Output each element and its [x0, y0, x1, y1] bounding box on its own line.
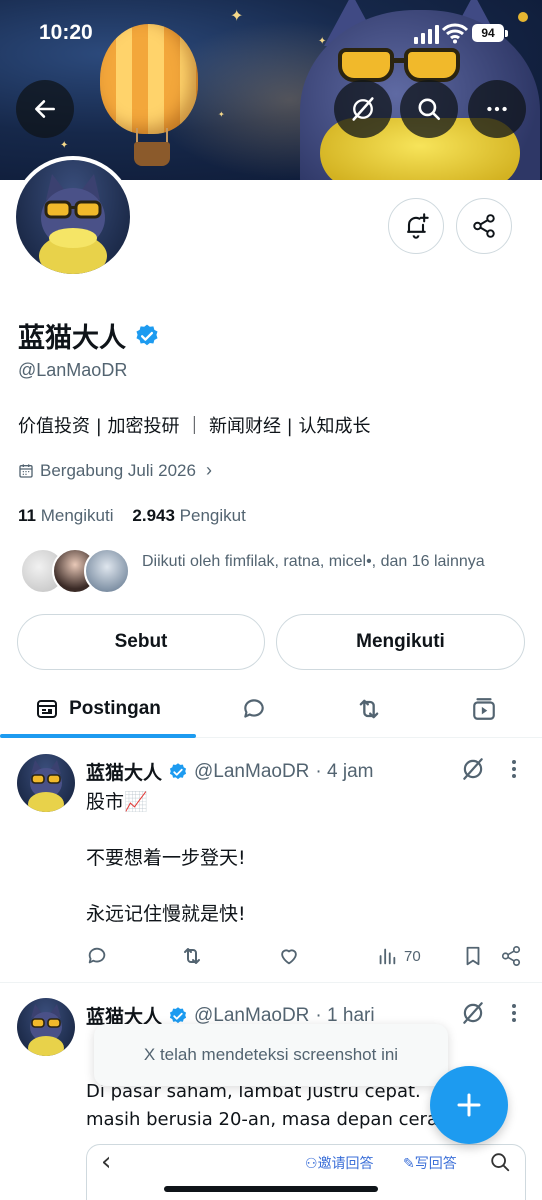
invite-answer-label: 邀请回答 — [317, 1156, 374, 1172]
views-button[interactable]: 70 — [376, 942, 421, 970]
grok-icon[interactable] — [460, 1000, 486, 1026]
screenshot-toast: X telah mendeteksi screenshot ini — [94, 1024, 448, 1086]
following-label: Mengikuti — [40, 506, 114, 525]
quoted-card-toolbar: ‹ ⚇邀请回答 ✎写回答 — [87, 1145, 525, 1179]
home-indicator[interactable] — [164, 1186, 378, 1192]
write-answer-link[interactable]: ✎写回答 — [403, 1153, 457, 1173]
tab-replies[interactable] — [196, 680, 312, 738]
battery-icon: 94 — [472, 24, 504, 42]
balloon-basket — [134, 142, 170, 166]
grok-icon — [352, 97, 374, 121]
compose-button[interactable] — [430, 1066, 508, 1144]
followed-by-text[interactable]: Diikuti oleh fimfilak, ratna, micel•, da… — [142, 550, 522, 573]
heart-icon — [281, 949, 297, 965]
bell-plus-icon — [407, 213, 429, 239]
avatar-image — [16, 160, 130, 274]
tweet-divider — [0, 982, 542, 983]
star-icon: ✦ — [218, 110, 225, 119]
cat-avatar-illustration — [28, 760, 64, 812]
share-icon — [501, 946, 521, 966]
tweet-author-name[interactable]: 蓝猫大人 — [86, 758, 162, 785]
plus-icon — [457, 1093, 481, 1117]
follower-avatar — [84, 548, 130, 594]
more-icon — [487, 106, 507, 112]
tweet-header: 蓝猫大人 @LanMaoDR · 4 jam — [86, 758, 374, 785]
write-answer-label: 写回答 — [414, 1156, 457, 1172]
user-icon: ⚇ — [305, 1156, 318, 1172]
profile-name-text: 蓝猫大人 — [18, 323, 126, 354]
mention-button[interactable]: Sebut — [17, 614, 265, 670]
following-count: 11 — [18, 506, 36, 525]
media-icon — [473, 698, 495, 720]
profile-bio: 价值投资 | 加密投研 ｜ 新闻财经 | 认知成长 — [18, 416, 371, 437]
profile-name: 蓝猫大人 — [18, 316, 160, 355]
followers-count: 2.943 — [132, 506, 175, 525]
following-button[interactable]: Mengikuti — [276, 614, 525, 670]
active-tab-indicator — [0, 734, 196, 738]
repost-icon — [359, 699, 379, 719]
reply-icon — [244, 699, 264, 718]
grok-icon[interactable] — [460, 756, 486, 782]
verified-badge-icon — [169, 1006, 187, 1023]
tweet-handle: @LanMaoDR — [194, 760, 310, 782]
views-icon — [379, 948, 396, 965]
posts-icon — [37, 700, 58, 718]
tweet-more-icon[interactable] — [504, 758, 524, 780]
like-button[interactable] — [278, 942, 300, 970]
share-profile-button[interactable] — [456, 198, 512, 254]
notification-dot — [518, 12, 528, 22]
bookmark-button[interactable] — [462, 942, 484, 970]
tab-posts[interactable]: Postingan — [0, 680, 196, 738]
join-date-text: Bergabung Juli 2026 — [40, 460, 196, 480]
status-bar: 10:20 94 — [0, 0, 542, 64]
profile-avatar[interactable] — [12, 156, 134, 278]
verified-badge-icon — [169, 762, 187, 779]
share-icon — [473, 214, 495, 238]
join-date[interactable]: Bergabung Juli 2026 › — [18, 460, 212, 481]
tab-reposts[interactable] — [312, 680, 426, 738]
grok-button[interactable] — [334, 80, 392, 138]
cat-avatar-illustration — [28, 1004, 64, 1056]
chevron-right-icon: › — [205, 460, 212, 480]
share-button[interactable] — [500, 942, 522, 970]
reply-button[interactable] — [86, 942, 108, 970]
back-button[interactable] — [16, 80, 74, 138]
repost-icon — [184, 948, 200, 964]
tweet-avatar[interactable] — [17, 998, 75, 1056]
reply-icon — [88, 947, 106, 964]
battery-cap — [505, 30, 508, 37]
tweet-text: 股市📈 不要想着一步登天! 永远记住慢就是快! — [86, 791, 246, 925]
tab-media[interactable] — [426, 680, 542, 738]
followers-label: Pengikut — [179, 506, 246, 525]
status-time: 10:20 — [39, 21, 93, 44]
tweet-avatar[interactable] — [17, 754, 75, 812]
profile-handle: @LanMaoDR — [18, 360, 128, 380]
calendar-icon — [19, 463, 33, 478]
more-options-button[interactable] — [468, 80, 526, 138]
star-icon: ✦ — [60, 140, 69, 151]
search-button[interactable] — [400, 80, 458, 138]
repost-button[interactable] — [180, 942, 204, 970]
followers-link[interactable]: 2.943 Pengikut — [132, 506, 245, 525]
chevron-left-icon[interactable]: ‹ — [101, 1147, 111, 1177]
tab-posts-label: Postingan — [69, 698, 161, 719]
invite-answer-link[interactable]: ⚇邀请回答 — [305, 1153, 374, 1173]
tweet-time: · 4 jam — [315, 760, 374, 782]
follow-counts: 11 Mengikuti 2.943 Pengikut — [18, 506, 246, 526]
notification-subscribe-button[interactable] — [388, 198, 444, 254]
search-icon — [418, 98, 441, 121]
back-arrow-icon — [35, 100, 55, 118]
tweet-more-icon[interactable] — [504, 1002, 524, 1024]
views-count: 70 — [404, 947, 421, 965]
bookmark-icon — [466, 946, 480, 966]
profile-tabs: Postingan — [0, 680, 542, 738]
search-icon[interactable] — [489, 1151, 511, 1173]
verified-badge-icon — [136, 324, 158, 345]
tweet-actions: 70 — [86, 942, 526, 970]
edit-icon: ✎ — [403, 1156, 415, 1172]
following-link[interactable]: 11 Mengikuti — [18, 506, 113, 525]
wifi-icon — [442, 23, 468, 44]
signal-icon — [414, 22, 439, 44]
cat-avatar-illustration — [39, 174, 107, 274]
